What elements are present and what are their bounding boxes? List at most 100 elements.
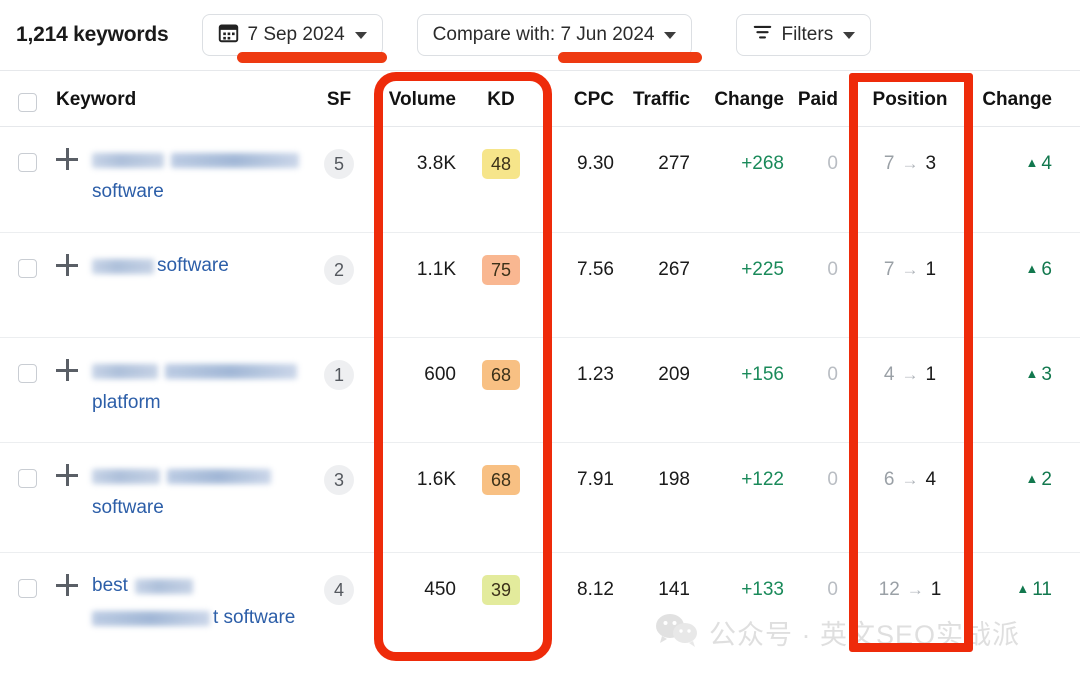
keyword-line: t software bbox=[92, 605, 322, 631]
kd-badge: 75 bbox=[482, 255, 520, 285]
paid-cell: 0 bbox=[827, 364, 838, 385]
column-header-keyword[interactable]: Keyword bbox=[56, 89, 136, 111]
keyword-text: software bbox=[92, 497, 164, 518]
kd-cell: 68 bbox=[476, 360, 526, 390]
sf-badge: 3 bbox=[324, 465, 354, 495]
sf-badge: 4 bbox=[324, 575, 354, 605]
column-header-kd[interactable]: KD bbox=[476, 89, 526, 111]
keyword-cell[interactable]: software bbox=[92, 253, 322, 279]
paid-cell: 0 bbox=[827, 259, 838, 280]
position-new: 3 bbox=[925, 153, 937, 174]
sf-cell: 3 bbox=[318, 465, 360, 495]
column-header-paid[interactable]: Paid bbox=[792, 89, 838, 111]
position-change-cell: ▲ 11 bbox=[968, 579, 1052, 601]
traffic-cell: 141 bbox=[658, 579, 690, 600]
volume-cell: 1.1K bbox=[416, 259, 456, 280]
select-all-checkbox[interactable] bbox=[18, 93, 37, 112]
row-checkbox[interactable] bbox=[18, 579, 37, 598]
paid-cell: 0 bbox=[827, 579, 838, 600]
traffic-cell: 267 bbox=[658, 259, 690, 280]
volume-cell: 1.6K bbox=[416, 469, 456, 490]
column-header-position[interactable]: Position bbox=[862, 89, 958, 111]
position-change-cell: ▲ 3 bbox=[968, 364, 1052, 386]
keyword-cell[interactable]: best t software bbox=[92, 573, 322, 631]
position-new: 1 bbox=[925, 259, 937, 280]
column-header-position-change[interactable]: Change bbox=[968, 89, 1052, 111]
traffic-change-cell: +225 bbox=[741, 259, 784, 280]
keyword-cell[interactable]: software bbox=[92, 147, 322, 205]
column-header-traffic[interactable]: Traffic bbox=[624, 89, 690, 111]
cpc-cell: 8.12 bbox=[577, 579, 614, 600]
keyword-text: platform bbox=[92, 392, 161, 413]
keyword-line: platform bbox=[92, 390, 322, 416]
arrow-right-icon: → bbox=[901, 260, 919, 279]
arrow-right-icon: → bbox=[901, 365, 919, 384]
expand-row-icon[interactable] bbox=[56, 148, 78, 170]
position-change-cell: ▲ 6 bbox=[968, 259, 1052, 281]
triangle-up-icon: ▲ bbox=[1016, 581, 1030, 596]
table-header-row: Keyword SF Volume KD CPC Traffic Change … bbox=[0, 70, 1080, 127]
triangle-up-icon: ▲ bbox=[1025, 155, 1039, 170]
keyword-line: software bbox=[92, 253, 322, 279]
position-old: 4 bbox=[883, 364, 895, 385]
column-header-change[interactable]: Change bbox=[700, 89, 784, 111]
expand-row-icon[interactable] bbox=[56, 254, 78, 276]
cpc-cell: 9.30 bbox=[577, 153, 614, 174]
kd-cell: 75 bbox=[476, 255, 526, 285]
arrow-right-icon: → bbox=[901, 154, 919, 173]
kd-badge: 68 bbox=[482, 465, 520, 495]
position-change-cell: ▲ 4 bbox=[968, 153, 1052, 175]
keyword-cell[interactable]: platform bbox=[92, 358, 322, 416]
position-new: 4 bbox=[925, 469, 937, 490]
keyword-line: best bbox=[92, 573, 322, 599]
column-header-cpc[interactable]: CPC bbox=[552, 89, 614, 111]
kd-badge: 68 bbox=[482, 360, 520, 390]
kd-badge: 48 bbox=[482, 149, 520, 179]
keyword-text: software bbox=[157, 255, 229, 276]
position-cell: 7 → 1 bbox=[862, 259, 958, 281]
position-change-value: 2 bbox=[1041, 469, 1052, 490]
cpc-cell: 7.91 bbox=[577, 469, 614, 490]
row-checkbox[interactable] bbox=[18, 364, 37, 383]
traffic-change-cell: +268 bbox=[741, 153, 784, 174]
row-checkbox[interactable] bbox=[18, 259, 37, 278]
sf-cell: 4 bbox=[318, 575, 360, 605]
redacted-keyword-block bbox=[134, 578, 193, 594]
row-checkbox[interactable] bbox=[18, 153, 37, 172]
expand-row-icon[interactable] bbox=[56, 574, 78, 596]
column-header-volume[interactable]: Volume bbox=[384, 89, 456, 111]
redacted-keyword-block bbox=[171, 152, 299, 168]
position-old: 12 bbox=[878, 579, 900, 600]
redacted-keyword-block bbox=[92, 468, 160, 484]
position-new: 1 bbox=[925, 364, 937, 385]
compare-date-button[interactable]: Compare with: 7 Jun 2024 bbox=[416, 14, 693, 56]
table-row: software 3 1.6K 68 7.91 198 +122 0 6 → 4 ▲… bbox=[0, 443, 1080, 553]
position-cell: 4 → 1 bbox=[862, 364, 958, 386]
sf-badge: 1 bbox=[324, 360, 354, 390]
sf-badge: 2 bbox=[324, 255, 354, 285]
triangle-up-icon: ▲ bbox=[1025, 261, 1039, 276]
keyword-cell[interactable]: software bbox=[92, 463, 322, 521]
position-cell: 6 → 4 bbox=[862, 469, 958, 491]
position-change-cell: ▲ 2 bbox=[968, 469, 1052, 491]
traffic-cell: 277 bbox=[658, 153, 690, 174]
expand-row-icon[interactable] bbox=[56, 464, 78, 486]
redacted-keyword-block bbox=[165, 363, 297, 379]
column-header-sf[interactable]: SF bbox=[318, 89, 360, 111]
position-change-value: 3 bbox=[1041, 364, 1052, 385]
filters-button[interactable]: Filters bbox=[736, 14, 872, 56]
position-new: 1 bbox=[930, 579, 942, 600]
traffic-cell: 198 bbox=[658, 469, 690, 490]
traffic-change-cell: +133 bbox=[741, 579, 784, 600]
redacted-keyword-block bbox=[92, 152, 164, 168]
kd-cell: 68 bbox=[476, 465, 526, 495]
kd-badge: 39 bbox=[482, 575, 520, 605]
triangle-up-icon: ▲ bbox=[1025, 366, 1039, 381]
date-picker-button[interactable]: 7 Sep 2024 bbox=[202, 14, 383, 56]
keywords-table: Keyword SF Volume KD CPC Traffic Change … bbox=[0, 70, 1080, 661]
position-old: 7 bbox=[883, 259, 895, 280]
arrow-right-icon: → bbox=[901, 470, 919, 489]
expand-row-icon[interactable] bbox=[56, 359, 78, 381]
cpc-cell: 1.23 bbox=[577, 364, 614, 385]
row-checkbox[interactable] bbox=[18, 469, 37, 488]
